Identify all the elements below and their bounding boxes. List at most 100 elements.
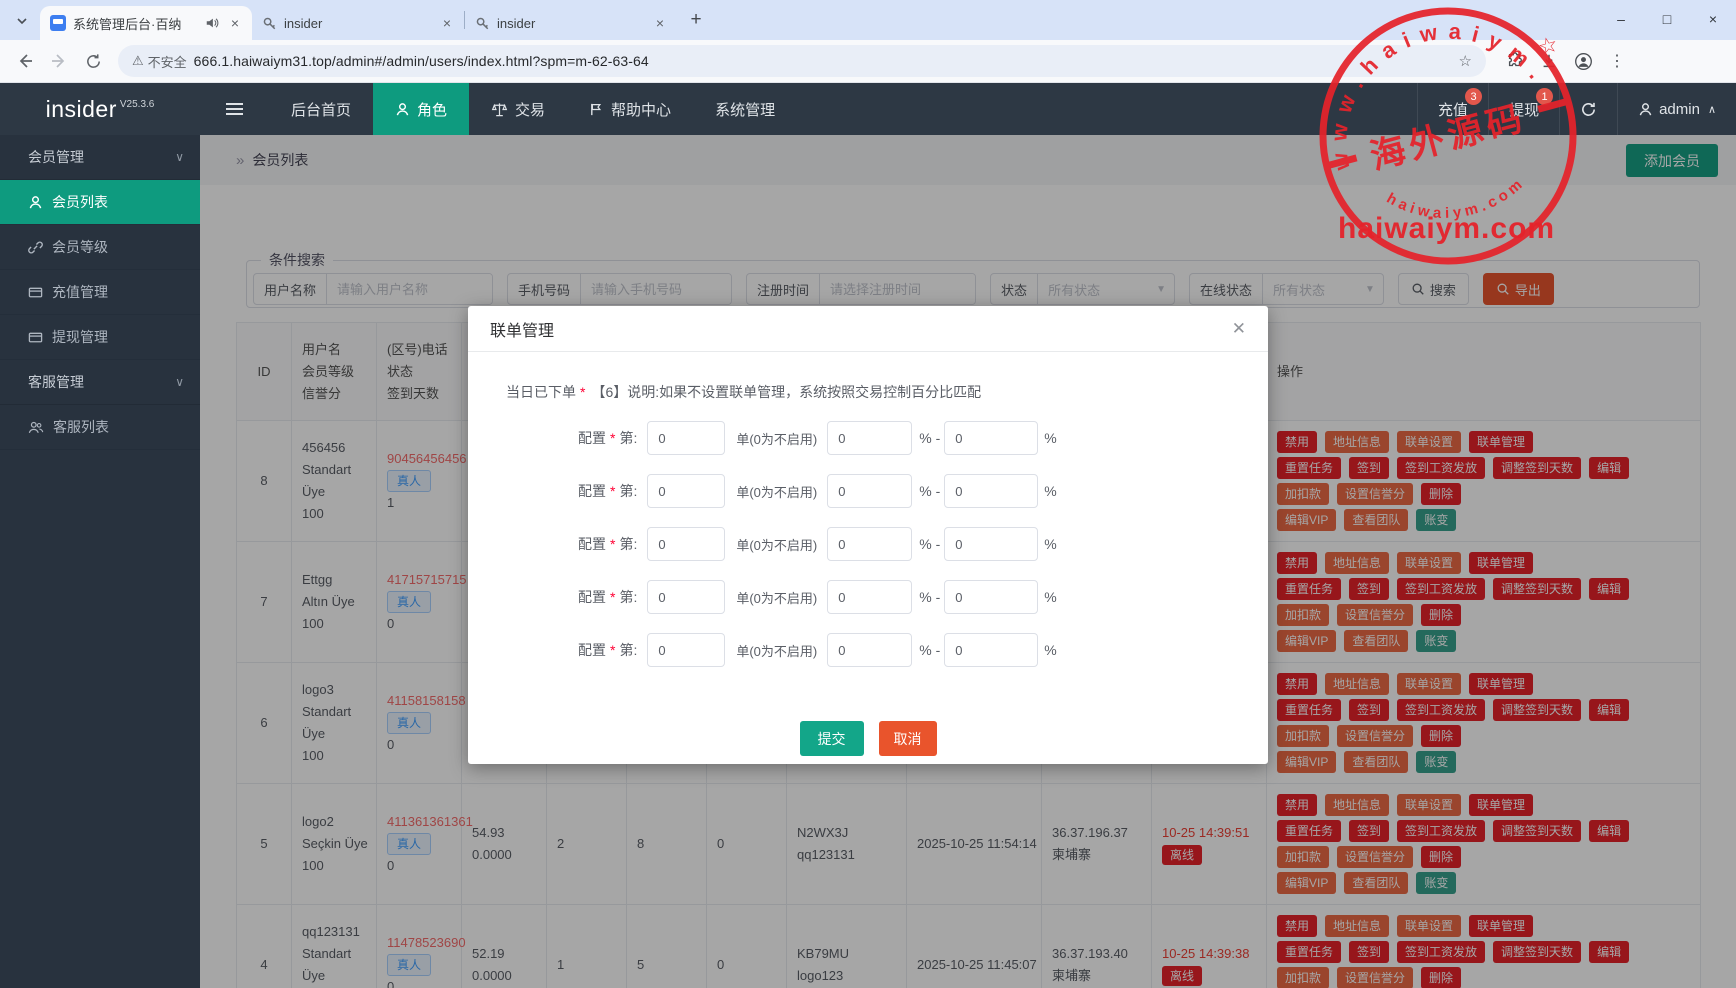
security-warning[interactable]: ⚠ 不安全 [132, 52, 187, 71]
required-asterisk: * [580, 384, 585, 400]
percent-sign: % [1044, 589, 1056, 605]
percent-max-input[interactable] [944, 580, 1038, 614]
nav-item-help[interactable]: 帮助中心 [567, 83, 693, 135]
admin-username: admin [1659, 101, 1700, 118]
percent-min-input[interactable] [827, 580, 912, 614]
sidebar-item-support-list[interactable]: 客服列表 [0, 405, 200, 450]
percent-separator: % - [919, 430, 940, 446]
modal-footer: 提交 取消 [468, 721, 1268, 756]
orders-unit-label: 单(0为不启用) [736, 482, 817, 501]
group-label: 客服管理 [28, 372, 84, 392]
orders-input[interactable] [647, 527, 725, 561]
tab-close-icon[interactable]: × [226, 14, 244, 32]
url-text[interactable]: 666.1.haiwaiym31.top/admin#/admin/users/… [194, 53, 649, 69]
withdraw-nav-button[interactable]: 提现 1 [1488, 83, 1559, 135]
percent-max-input[interactable] [944, 421, 1038, 455]
recharge-badge: 3 [1465, 88, 1482, 105]
window-close-button[interactable]: × [1690, 0, 1736, 38]
orders-input[interactable] [647, 421, 725, 455]
modal-note: 当日已下单*【6】说明:如果不设置联单管理，系统按照交易控制百分比匹配 [506, 382, 1268, 402]
order-chain-modal: 联单管理 ✕ 当日已下单*【6】说明:如果不设置联单管理，系统按照交易控制百分比… [468, 306, 1268, 764]
url-bar[interactable]: ⚠ 不安全 666.1.haiwaiym31.top/admin#/admin/… [118, 45, 1486, 77]
sidebar-item-withdraw-mgmt[interactable]: 提现管理 [0, 315, 200, 360]
sidebar-group-support[interactable]: 客服管理 ∨ [0, 360, 200, 405]
percent-max-input[interactable] [944, 633, 1038, 667]
screen: 系统管理后台·百纳 × insider × insider × + – □ × [0, 0, 1736, 988]
app-navbar: insider V25.3.6 后台首页 角色 交易 帮助中心 系统管理 充值 … [0, 83, 1736, 135]
nav-item-system[interactable]: 系统管理 [693, 83, 797, 135]
percent-min-input[interactable] [827, 633, 912, 667]
nav-item-roles[interactable]: 角色 [373, 83, 469, 135]
new-tab-button[interactable]: + [683, 7, 709, 33]
tab-search-button[interactable] [8, 7, 36, 35]
nav-item-home[interactable]: 后台首页 [269, 83, 373, 135]
percent-max-input[interactable] [944, 527, 1038, 561]
cancel-button[interactable]: 取消 [879, 721, 937, 756]
orders-unit-label: 单(0为不启用) [736, 641, 817, 660]
flag-icon [589, 102, 604, 117]
window-maximize-button[interactable]: □ [1644, 0, 1690, 38]
withdraw-label: 提现 [1509, 99, 1539, 120]
percent-separator: % - [919, 589, 940, 605]
browser-menu-kebab-icon[interactable]: ⋮ [1606, 50, 1628, 72]
sidebar: 会员管理 ∨ 会员列表 会员等级 充值管理 提现管理 客服管理 ∨ 客服列表 [0, 135, 200, 988]
sidebar-item-recharge-mgmt[interactable]: 充值管理 [0, 270, 200, 315]
downloads-icon[interactable] [1538, 50, 1560, 72]
browser-tabstrip: 系统管理后台·百纳 × insider × insider × + – □ × [0, 0, 1736, 40]
admin-user-menu[interactable]: admin ∧ [1617, 83, 1736, 135]
note-text: 【6】说明:如果不设置联单管理，系统按照交易控制百分比匹配 [591, 384, 981, 400]
browser-tab-1[interactable]: 系统管理后台·百纳 × [40, 6, 252, 40]
user-icon [28, 195, 43, 210]
security-label: 不安全 [148, 52, 187, 71]
item-label: 提现管理 [52, 327, 108, 347]
browser-tab-2[interactable]: insider × [252, 6, 464, 40]
collapse-menu-button[interactable] [200, 83, 269, 135]
percent-sign: % [1044, 642, 1056, 658]
nav-label: 后台首页 [291, 99, 351, 120]
required-asterisk: * [610, 430, 615, 446]
sidebar-group-members[interactable]: 会员管理 ∨ [0, 135, 200, 180]
nav-item-trade[interactable]: 交易 [469, 83, 567, 135]
percent-min-input[interactable] [827, 421, 912, 455]
orders-unit-label: 单(0为不启用) [736, 429, 817, 448]
browser-tab-3[interactable]: insider × [465, 6, 677, 40]
reload-icon [85, 53, 102, 70]
reload-button[interactable] [78, 46, 108, 76]
sidebar-item-member-list[interactable]: 会员列表 [0, 180, 200, 225]
config-row-1: 配置*第:单(0为不启用)% -% [578, 421, 1268, 455]
extensions-puzzle-icon[interactable] [1504, 50, 1526, 72]
window-minimize-button[interactable]: – [1598, 0, 1644, 38]
percent-max-input[interactable] [944, 474, 1038, 508]
tab-title: 系统管理后台·百纳 [73, 14, 198, 33]
percent-separator: % - [919, 536, 940, 552]
close-icon[interactable]: ✕ [1232, 319, 1246, 339]
orders-input[interactable] [647, 474, 725, 508]
tab3-favicon [475, 16, 490, 31]
orders-unit-label: 单(0为不启用) [736, 588, 817, 607]
recharge-nav-button[interactable]: 充值 3 [1417, 83, 1488, 135]
tab-title: insider [497, 16, 644, 31]
submit-button[interactable]: 提交 [800, 721, 864, 756]
hamburger-icon [226, 100, 243, 118]
orders-input[interactable] [647, 580, 725, 614]
percent-separator: % - [919, 642, 940, 658]
forward-button[interactable] [44, 46, 74, 76]
group-label: 会员管理 [28, 147, 84, 167]
percent-min-input[interactable] [827, 527, 912, 561]
back-button[interactable] [10, 46, 40, 76]
profile-avatar-icon[interactable] [1572, 50, 1594, 72]
tab-close-icon[interactable]: × [651, 14, 669, 32]
warning-icon: ⚠ [132, 53, 144, 69]
bookmark-star-icon[interactable]: ☆ [1459, 52, 1472, 70]
back-arrow-icon [16, 52, 34, 70]
tab-close-icon[interactable]: × [438, 14, 456, 32]
card-icon [28, 285, 43, 300]
required-asterisk: * [610, 589, 615, 605]
audio-speaker-icon[interactable] [205, 16, 219, 30]
orders-input[interactable] [647, 633, 725, 667]
modal-title: 联单管理 [490, 317, 554, 341]
sidebar-item-member-level[interactable]: 会员等级 [0, 225, 200, 270]
user-icon [1638, 102, 1653, 117]
percent-min-input[interactable] [827, 474, 912, 508]
refresh-nav-button[interactable] [1559, 83, 1617, 135]
